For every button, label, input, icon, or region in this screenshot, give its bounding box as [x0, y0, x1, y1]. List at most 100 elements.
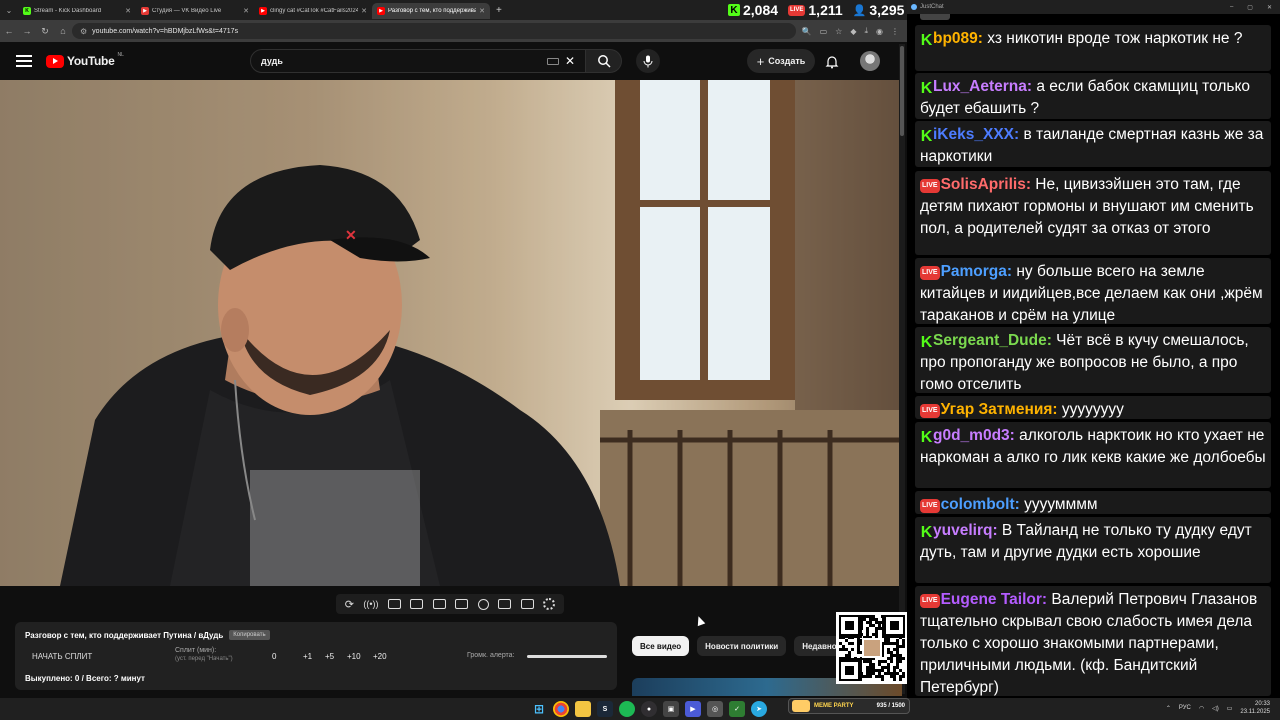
- tab-close-icon[interactable]: ✕: [243, 7, 249, 15]
- media-player-icon[interactable]: ▶: [685, 701, 701, 717]
- chat-username[interactable]: g0d_m0d3:: [933, 427, 1015, 444]
- chip-all-videos[interactable]: Все видео: [632, 636, 690, 656]
- browser-tab[interactable]: ▶ Студия — VK Видео Live ✕: [136, 3, 254, 19]
- kick-badge-icon: K: [920, 32, 933, 49]
- create-label: Создать: [768, 56, 806, 66]
- alert-volume-slider[interactable]: [527, 655, 607, 658]
- video-player[interactable]: ✕: [0, 80, 899, 586]
- chat-message: Kyuvelirq: В Тайланд не только ту дудку …: [915, 517, 1271, 583]
- chat-previous-message-fragment: [920, 14, 950, 20]
- battery-icon[interactable]: ▭: [1227, 705, 1233, 712]
- wifi-icon[interactable]: ◠: [1199, 705, 1204, 712]
- screenshot-settings-icon[interactable]: [387, 599, 401, 609]
- chat-username[interactable]: Sergeant_Dude:: [933, 332, 1052, 349]
- obs-icon[interactable]: ●: [641, 701, 657, 717]
- chat-username[interactable]: Угар Затмения:: [941, 401, 1058, 418]
- loop-icon[interactable]: ⟳: [345, 598, 354, 611]
- close-icon[interactable]: ✕: [1267, 4, 1272, 11]
- new-tab-button[interactable]: +: [490, 5, 508, 16]
- create-button[interactable]: + Создать: [747, 49, 815, 73]
- gear-icon[interactable]: [543, 598, 556, 610]
- add-5-button[interactable]: +5: [325, 652, 334, 661]
- page-scrollbar[interactable]: [899, 44, 905, 694]
- zoom-icon[interactable]: 🔍: [802, 27, 812, 36]
- search-button[interactable]: [586, 49, 622, 73]
- windows-start-icon[interactable]: ⊞: [531, 701, 547, 717]
- tab-search-button[interactable]: ⌄: [0, 6, 18, 15]
- tab-close-icon[interactable]: ✕: [125, 7, 131, 15]
- browser-tab-active[interactable]: ▶ Разговор с тем, кто поддерживает ✕: [372, 3, 490, 19]
- add-clip-icon[interactable]: [498, 599, 512, 609]
- add-1-button[interactable]: +1: [303, 652, 312, 661]
- clapperboard-icon[interactable]: [410, 599, 424, 609]
- youtube-wordmark: YouTube: [67, 54, 115, 68]
- clear-search-icon[interactable]: ✕: [565, 54, 575, 68]
- split-minutes-value[interactable]: 0: [272, 652, 276, 661]
- add-20-button[interactable]: +20: [373, 652, 387, 661]
- youtube-logo[interactable]: YouTube NL: [46, 52, 124, 68]
- chat-username[interactable]: Lux_Aeterna:: [933, 78, 1032, 95]
- profile-icon[interactable]: ◉: [876, 27, 883, 36]
- add-10-button[interactable]: +10: [347, 652, 361, 661]
- app-icon[interactable]: ▣: [663, 701, 679, 717]
- file-explorer-icon[interactable]: [575, 701, 591, 717]
- kick-badge-icon: K: [920, 128, 933, 145]
- chevron-up-icon[interactable]: ⌃: [1166, 705, 1171, 712]
- menu-dots-icon[interactable]: ⋮: [891, 27, 899, 36]
- speed-gauge-icon[interactable]: [477, 598, 489, 610]
- kick-logo-icon: K: [728, 4, 740, 16]
- menu-icon[interactable]: [16, 55, 32, 67]
- chat-username[interactable]: Eugene Tailor:: [941, 591, 1048, 608]
- chat-username[interactable]: iKeks_XXX:: [933, 126, 1019, 143]
- tab-close-icon[interactable]: ✕: [479, 7, 485, 15]
- browser-tab[interactable]: K Stream - Kick Dashboard ✕: [18, 3, 136, 19]
- clock[interactable]: 20:33 23.11.2025: [1240, 700, 1270, 716]
- copy-button[interactable]: Копировать: [229, 630, 270, 640]
- kick-favicon-icon: K: [23, 7, 31, 15]
- chat-username[interactable]: yuvelirq:: [933, 522, 998, 539]
- search-input[interactable]: дудь ✕: [250, 49, 586, 73]
- notifications-bell-icon[interactable]: [825, 55, 839, 69]
- film-strip-icon[interactable]: [455, 599, 469, 609]
- camera-icon[interactable]: [520, 599, 534, 609]
- steam-icon[interactable]: S: [597, 701, 613, 717]
- minimize-icon[interactable]: –: [1230, 4, 1233, 11]
- qr-code: [836, 612, 908, 684]
- download-icon[interactable]: ⤓: [864, 26, 868, 36]
- chip-politics-news[interactable]: Новости политики: [697, 636, 787, 656]
- app-icon[interactable]: ◎: [707, 701, 723, 717]
- chrome-icon[interactable]: [553, 701, 569, 717]
- tab-close-icon[interactable]: ✕: [361, 7, 367, 15]
- extension-icon[interactable]: ◆: [850, 27, 856, 36]
- telegram-icon[interactable]: ➤: [751, 701, 767, 717]
- language-indicator[interactable]: РУС: [1179, 705, 1191, 711]
- site-info-icon[interactable]: ⚙: [80, 27, 87, 36]
- reload-icon[interactable]: ↻: [36, 26, 54, 37]
- url-field[interactable]: ⚙ youtube.com/watch?v=hBDMjbzLfWs&t=4717…: [72, 23, 796, 39]
- chat-username[interactable]: bp089:: [933, 30, 983, 47]
- app-icon[interactable]: ✓: [729, 701, 745, 717]
- cast-icon[interactable]: ▭: [820, 27, 828, 36]
- audio-wave-icon[interactable]: ((•)): [363, 599, 378, 609]
- url-text[interactable]: youtube.com/watch?v=hBDMjbzLfWs&t=4717s: [92, 28, 787, 35]
- spotify-icon[interactable]: [619, 701, 635, 717]
- kick-badge-icon: K: [920, 429, 933, 446]
- maximize-icon[interactable]: ▢: [1247, 4, 1253, 11]
- start-split-button[interactable]: НАЧАТЬ СПЛИТ: [32, 652, 92, 661]
- video-frame-image: ✕: [0, 80, 899, 586]
- microphone-icon: [643, 55, 653, 67]
- chat-username[interactable]: SolisAprilis:: [941, 176, 1031, 193]
- keyboard-icon[interactable]: [546, 57, 559, 65]
- forward-icon[interactable]: →: [18, 26, 36, 36]
- voice-search-button[interactable]: [636, 49, 660, 73]
- chat-username[interactable]: colombolt:: [941, 496, 1020, 513]
- bookmark-star-icon[interactable]: ☆: [835, 27, 842, 36]
- search-query[interactable]: дудь: [261, 56, 541, 66]
- back-icon[interactable]: ←: [0, 26, 18, 36]
- browser-tab[interactable]: ▶ clingy cat #CatTok #CatFails2024 ✕: [254, 3, 372, 19]
- chat-username[interactable]: Pamorga:: [941, 263, 1013, 280]
- avatar[interactable]: [860, 51, 880, 71]
- picture-in-picture-icon[interactable]: [432, 599, 446, 609]
- home-icon[interactable]: ⌂: [54, 26, 72, 36]
- volume-icon[interactable]: ◁): [1212, 705, 1219, 712]
